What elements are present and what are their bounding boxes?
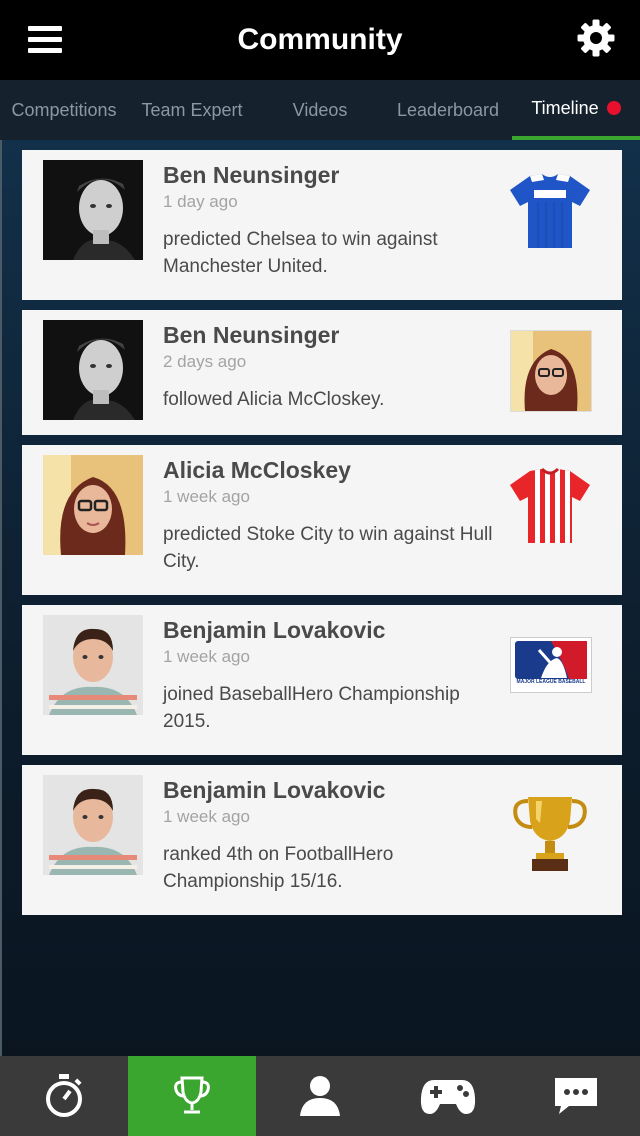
user-name[interactable]: Ben Neunsinger bbox=[163, 162, 339, 189]
activity-text: predicted Stoke City to win against Hull… bbox=[163, 524, 493, 572]
blue-jersey-icon bbox=[508, 170, 592, 254]
tab-bar: Competitions Team Expert Videos Leaderbo… bbox=[0, 80, 640, 140]
avatar[interactable] bbox=[43, 455, 143, 555]
timestamp: 1 day ago bbox=[163, 192, 238, 211]
timeline-card[interactable]: Ben Neunsinger 2 days ago followed Alici… bbox=[22, 310, 622, 435]
top-bar: Community bbox=[0, 0, 640, 80]
avatar[interactable] bbox=[43, 160, 143, 260]
tab-label: Leaderboard bbox=[396, 99, 500, 120]
gear-icon[interactable] bbox=[576, 18, 616, 58]
person-icon bbox=[300, 1076, 340, 1116]
activity-text: followed Alicia McCloskey. bbox=[163, 389, 385, 410]
timeline-card[interactable]: Benjamin Lovakovic 1 week ago joined Bas… bbox=[22, 605, 622, 755]
timestamp: 1 week ago bbox=[163, 487, 250, 506]
user-name[interactable]: Benjamin Lovakovic bbox=[163, 617, 385, 644]
tab-label: Competitions bbox=[11, 99, 117, 120]
nav-chat[interactable] bbox=[512, 1056, 640, 1136]
tab-label: Videos bbox=[292, 99, 348, 120]
nav-games[interactable] bbox=[384, 1056, 512, 1136]
tab-competitions[interactable]: Competitions bbox=[0, 80, 128, 140]
timeline-feed[interactable]: Ben Neunsinger 1 day ago predicted Chels… bbox=[0, 140, 640, 1056]
nav-profile[interactable] bbox=[256, 1056, 384, 1136]
trophy-icon bbox=[508, 793, 592, 877]
timestamp: 1 week ago bbox=[163, 807, 250, 826]
tab-label: Team Expert bbox=[141, 99, 243, 120]
avatar[interactable] bbox=[43, 775, 143, 875]
timeline-card[interactable]: Alicia McCloskey 1 week ago predicted St… bbox=[22, 445, 622, 595]
tab-timeline[interactable]: Timeline bbox=[512, 80, 640, 140]
avatar[interactable] bbox=[43, 320, 143, 420]
nav-competitions[interactable] bbox=[128, 1056, 256, 1136]
notification-dot bbox=[606, 101, 621, 115]
hamburger-menu-icon[interactable] bbox=[28, 26, 62, 54]
trophy-icon bbox=[174, 1076, 210, 1114]
timestamp: 1 week ago bbox=[163, 647, 250, 666]
activity-text: joined BaseballHero Championship 2015. bbox=[163, 684, 460, 732]
tab-label: Timeline bbox=[531, 97, 599, 118]
nav-stopwatch[interactable] bbox=[0, 1056, 128, 1136]
chat-bubble-icon bbox=[555, 1078, 597, 1114]
user-name[interactable]: Benjamin Lovakovic bbox=[163, 777, 385, 804]
tab-team-expert[interactable]: Team Expert bbox=[128, 80, 256, 140]
timeline-card[interactable]: Benjamin Lovakovic 1 week ago ranked 4th… bbox=[22, 765, 622, 915]
avatar[interactable] bbox=[43, 615, 143, 715]
timestamp: 2 days ago bbox=[163, 352, 247, 371]
followed-user-avatar[interactable] bbox=[510, 330, 592, 412]
bottom-nav bbox=[0, 1056, 640, 1136]
tab-videos[interactable]: Videos bbox=[256, 80, 384, 140]
stopwatch-icon bbox=[46, 1074, 82, 1117]
gamepad-icon bbox=[420, 1080, 476, 1114]
activity-text: ranked 4th on FootballHero Championship … bbox=[163, 844, 394, 892]
mlb-caption: MAJOR LEAGUE BASEBALL bbox=[516, 679, 586, 685]
timeline-card[interactable]: Ben Neunsinger 1 day ago predicted Chels… bbox=[22, 150, 622, 300]
red-striped-jersey-icon bbox=[508, 465, 592, 549]
mlb-logo: MAJOR LEAGUE BASEBALL bbox=[510, 637, 592, 693]
page-title: Community bbox=[237, 23, 403, 56]
activity-text: predicted Chelsea to win against Manches… bbox=[163, 229, 438, 277]
user-name[interactable]: Alicia McCloskey bbox=[163, 457, 351, 484]
tab-leaderboard[interactable]: Leaderboard bbox=[384, 80, 512, 140]
user-name[interactable]: Ben Neunsinger bbox=[163, 322, 339, 349]
